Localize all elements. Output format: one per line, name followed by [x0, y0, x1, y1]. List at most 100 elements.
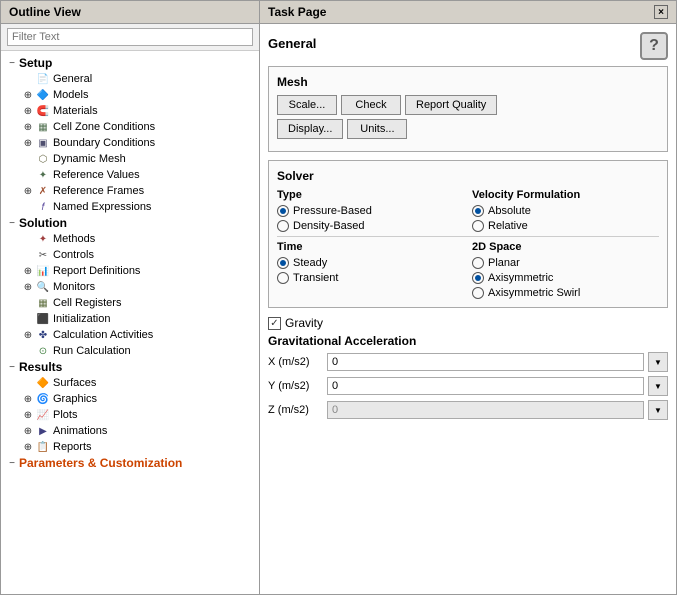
controls-icon: ✂ [35, 248, 51, 262]
label-steady: Steady [293, 257, 327, 269]
space-2d-col: 2D Space Planar Axisymmetric Axisymme [472, 241, 659, 299]
accel-y-dropdown[interactable]: ▼ [648, 376, 668, 396]
tree-section-params[interactable]: − Parameters & Customization [1, 455, 259, 471]
radio-pressure-based[interactable]: Pressure-Based [277, 205, 464, 217]
gravity-checkbox[interactable] [268, 317, 281, 330]
tree-item-cell-zone[interactable]: ⊕ ▦ Cell Zone Conditions [1, 119, 259, 135]
task-close-button[interactable]: × [654, 5, 668, 19]
units-button[interactable]: Units... [347, 119, 407, 139]
accel-y-input[interactable] [327, 377, 644, 395]
tree-item-report-def[interactable]: ⊕ 📊 Report Definitions [1, 263, 259, 279]
radio-relative[interactable]: Relative [472, 220, 659, 232]
radio-circle-axisymmetric-swirl [472, 287, 484, 299]
radio-circle-pressure [277, 205, 289, 217]
expand-icon-run [21, 344, 35, 358]
solver-type-title: Type [277, 189, 464, 201]
report-quality-button[interactable]: Report Quality [405, 95, 497, 115]
mesh-title: Mesh [277, 75, 659, 89]
item-label-run: Run Calculation [53, 345, 131, 357]
mesh-group: Mesh Scale... Check Report Quality Displ… [268, 66, 668, 152]
accel-z-dropdown[interactable]: ▼ [648, 400, 668, 420]
item-label-named: Named Expressions [53, 201, 151, 213]
tree-item-ref-frames[interactable]: ⊕ ✗ Reference Frames [1, 183, 259, 199]
tree-item-models[interactable]: ⊕ 🔷 Models [1, 87, 259, 103]
radio-absolute[interactable]: Absolute [472, 205, 659, 217]
radio-transient[interactable]: Transient [277, 272, 464, 284]
expand-icon-surfaces [21, 376, 35, 390]
time-radio-group: Steady Transient [277, 257, 464, 284]
accel-x-row: X (m/s2) ▼ [268, 352, 668, 372]
boundary-icon: ▣ [35, 136, 51, 150]
expand-icon-monitors: ⊕ [21, 280, 35, 294]
radio-axisymmetric-swirl[interactable]: Axisymmetric Swirl [472, 287, 659, 299]
report-def-icon: 📊 [35, 264, 51, 278]
tree-item-graphics[interactable]: ⊕ 🌀 Graphics [1, 391, 259, 407]
help-button[interactable]: ? [640, 32, 668, 60]
tree-item-named-expr[interactable]: 𝑓 Named Expressions [1, 199, 259, 215]
run-icon: ⊙ [35, 344, 51, 358]
tree-item-materials[interactable]: ⊕ 🧲 Materials [1, 103, 259, 119]
item-label-models: Models [53, 89, 88, 101]
item-label-report-def: Report Definitions [53, 265, 140, 277]
tree-item-ref-values[interactable]: ✦ Reference Values [1, 167, 259, 183]
calc-icon: ✤ [35, 328, 51, 342]
expand-icon-methods [21, 232, 35, 246]
tree-item-monitors[interactable]: ⊕ 🔍 Monitors [1, 279, 259, 295]
init-icon: ⬛ [35, 312, 51, 326]
tree-item-animations[interactable]: ⊕ ▶ Animations [1, 423, 259, 439]
task-title-bar: Task Page × [260, 1, 676, 24]
check-button[interactable]: Check [341, 95, 401, 115]
filter-input[interactable] [7, 28, 253, 46]
general-icon: 📄 [35, 72, 51, 86]
accel-x-input[interactable] [327, 353, 644, 371]
label-axisymmetric: Axisymmetric [488, 272, 553, 284]
tree-item-plots[interactable]: ⊕ 📈 Plots [1, 407, 259, 423]
tree-item-dynamic-mesh[interactable]: ⬡ Dynamic Mesh [1, 151, 259, 167]
accel-z-row: Z (m/s2) ▼ [268, 400, 668, 420]
space-2d-radio-group: Planar Axisymmetric Axisymmetric Swirl [472, 257, 659, 299]
tree-item-calc[interactable]: ⊕ ✤ Calculation Activities [1, 327, 259, 343]
radio-density-based[interactable]: Density-Based [277, 220, 464, 232]
accel-x-dropdown[interactable]: ▼ [648, 352, 668, 372]
task-header-row: General ? [268, 32, 668, 60]
radio-planar[interactable]: Planar [472, 257, 659, 269]
expand-icon-models: ⊕ [21, 88, 35, 102]
ref-frames-icon: ✗ [35, 184, 51, 198]
scale-button[interactable]: Scale... [277, 95, 337, 115]
ref-values-icon: ✦ [35, 168, 51, 182]
plots-icon: 📈 [35, 408, 51, 422]
space-2d-title: 2D Space [472, 241, 659, 253]
tree-section-solution[interactable]: − Solution [1, 215, 259, 231]
tree-item-registers[interactable]: ▦ Cell Registers [1, 295, 259, 311]
tree-item-boundary[interactable]: ⊕ ▣ Boundary Conditions [1, 135, 259, 151]
outline-panel-title: Outline View [1, 1, 259, 24]
item-label-general: General [53, 73, 92, 85]
tree-item-controls[interactable]: ✂ Controls [1, 247, 259, 263]
label-transient: Transient [293, 272, 338, 284]
time-title: Time [277, 241, 464, 253]
display-button[interactable]: Display... [277, 119, 343, 139]
radio-steady[interactable]: Steady [277, 257, 464, 269]
radio-circle-absolute [472, 205, 484, 217]
anim-icon: ▶ [35, 424, 51, 438]
outline-panel: Outline View − Setup 📄 General ⊕ 🔷 Model… [0, 0, 260, 595]
mesh-button-row-1: Scale... Check Report Quality [277, 95, 659, 115]
page-title: General [268, 36, 316, 51]
label-planar: Planar [488, 257, 520, 269]
tree-item-methods[interactable]: ✦ Methods [1, 231, 259, 247]
label-relative: Relative [488, 220, 528, 232]
tree-item-run[interactable]: ⊙ Run Calculation [1, 343, 259, 359]
tree-section-setup[interactable]: − Setup [1, 55, 259, 71]
expand-icon-init [21, 312, 35, 326]
tree-item-init[interactable]: ⬛ Initialization [1, 311, 259, 327]
tree-item-reports[interactable]: ⊕ 📋 Reports [1, 439, 259, 455]
expand-icon-dynamic [21, 152, 35, 166]
tree-section-results[interactable]: − Results [1, 359, 259, 375]
solver-title: Solver [277, 169, 659, 183]
tree-item-general[interactable]: 📄 General [1, 71, 259, 87]
radio-axisymmetric[interactable]: Axisymmetric [472, 272, 659, 284]
tree-item-surfaces[interactable]: 🔶 Surfaces [1, 375, 259, 391]
reports-icon: 📋 [35, 440, 51, 454]
accel-z-input [327, 401, 644, 419]
filter-row [1, 24, 259, 51]
